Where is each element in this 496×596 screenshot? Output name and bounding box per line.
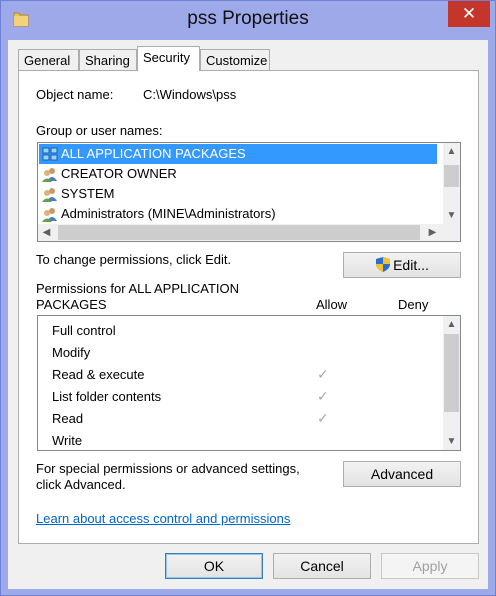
edit-button[interactable]: Edit...	[343, 252, 461, 278]
scroll-down-icon[interactable]: ▼	[443, 433, 460, 450]
permission-row: Read & execute	[52, 364, 145, 386]
permission-name: Read & execute	[52, 367, 145, 382]
deny-column-header: Deny	[398, 297, 429, 312]
users-vertical-thumb[interactable]	[444, 165, 459, 187]
users-listbox[interactable]: ALL APPLICATION PACKAGES CREATOR OWNER S…	[37, 142, 461, 242]
tab-general-label: General	[24, 53, 71, 68]
cancel-button-label: Cancel	[300, 558, 344, 574]
permission-name: Read	[52, 411, 84, 426]
cancel-button[interactable]: Cancel	[273, 553, 371, 579]
user-name: ALL APPLICATION PACKAGES	[61, 146, 246, 161]
edit-button-label: Edit...	[393, 257, 429, 273]
tab-sharing[interactable]: Sharing	[79, 49, 137, 71]
apply-button[interactable]: Apply	[381, 553, 479, 579]
scroll-left-icon[interactable]: ◀	[38, 224, 55, 241]
tab-sharing-label: Sharing	[85, 53, 130, 68]
permission-row: Read	[52, 408, 83, 430]
permission-name: Full control	[52, 323, 116, 338]
permission-row: Modify	[52, 342, 90, 364]
list-item-user[interactable]: ALL APPLICATION PACKAGES	[39, 144, 437, 164]
ok-button[interactable]: OK	[165, 553, 263, 579]
scroll-up-icon[interactable]: ▲	[443, 143, 460, 160]
permissions-vertical-thumb[interactable]	[444, 334, 459, 412]
scroll-up-icon[interactable]: ▲	[443, 316, 460, 333]
title-bar[interactable]: pss Properties ✕	[1, 1, 495, 39]
special-permissions-line2: click Advanced.	[36, 477, 126, 492]
tab-general[interactable]: General	[18, 49, 79, 71]
users-vertical-scrollbar[interactable]: ▲ ▼	[443, 143, 460, 224]
list-item-user[interactable]: SYSTEM	[39, 184, 437, 204]
user-name: CREATOR OWNER	[61, 166, 177, 181]
advanced-button-label: Advanced	[370, 466, 434, 482]
learn-access-control-link[interactable]: Learn about access control and permissio…	[36, 511, 290, 526]
permissions-for-line1: Permissions for ALL APPLICATION	[36, 281, 240, 296]
allow-check-icon: ✓	[317, 366, 329, 382]
allow-check-icon: ✓	[317, 410, 329, 426]
users-horizontal-thumb[interactable]	[58, 225, 420, 240]
scroll-down-icon[interactable]: ▼	[443, 207, 460, 224]
permissions-vertical-scrollbar[interactable]: ▲ ▼	[443, 316, 460, 450]
user-name: Administrators (MINE\Administrators)	[61, 206, 276, 221]
group-names-label: Group or user names:	[36, 123, 163, 138]
permission-row: Write	[52, 430, 82, 452]
close-icon: ✕	[461, 4, 477, 23]
permission-row: List folder contents	[52, 386, 161, 408]
users-horizontal-scrollbar[interactable]: ◀ ▶	[38, 224, 443, 241]
tab-security-label: Security	[143, 50, 190, 65]
apply-button-label: Apply	[412, 558, 448, 574]
window-title: pss Properties	[187, 8, 309, 29]
advanced-button[interactable]: Advanced	[343, 461, 461, 487]
permission-name: List folder contents	[52, 389, 162, 404]
tab-customize-label: Customize	[206, 53, 268, 68]
special-permissions-line1: For special permissions or advanced sett…	[36, 461, 300, 476]
allow-check-icon: ✓	[317, 388, 329, 404]
properties-window: pss Properties ✕ General Sharing Securit…	[0, 0, 496, 596]
permission-name: Modify	[52, 345, 91, 360]
security-panel: Object name: C:\Windows\pss Group or use…	[18, 70, 479, 544]
list-item-user[interactable]: CREATOR OWNER	[39, 164, 437, 184]
users-icon	[42, 206, 58, 222]
permission-row: Full control	[52, 320, 116, 342]
list-item-user[interactable]: Administrators (MINE\Administrators)	[39, 204, 437, 224]
app-packages-icon	[42, 146, 58, 162]
change-permissions-hint: To change permissions, click Edit.	[36, 252, 232, 267]
scrollbar-corner	[443, 224, 460, 241]
scroll-right-icon[interactable]: ▶	[424, 224, 441, 241]
dialog-client-area: General Sharing Security Customize Objec…	[8, 40, 488, 589]
object-name-value: C:\Windows\pss	[143, 87, 237, 102]
users-icon	[42, 186, 58, 202]
user-name: SYSTEM	[61, 186, 115, 201]
permission-name: Write	[52, 433, 83, 448]
shield-icon	[375, 256, 391, 280]
object-name-label: Object name:	[36, 87, 114, 102]
permissions-for-line2: PACKAGES	[36, 297, 107, 312]
users-icon	[42, 166, 58, 182]
ok-button-label: OK	[203, 558, 225, 574]
tab-security[interactable]: Security	[137, 46, 200, 71]
tab-customize[interactable]: Customize	[200, 49, 270, 71]
permissions-listbox[interactable]: Full control Modify Read & execute ✓ Lis…	[37, 315, 461, 451]
allow-column-header: Allow	[316, 297, 348, 312]
close-button[interactable]: ✕	[448, 1, 490, 27]
